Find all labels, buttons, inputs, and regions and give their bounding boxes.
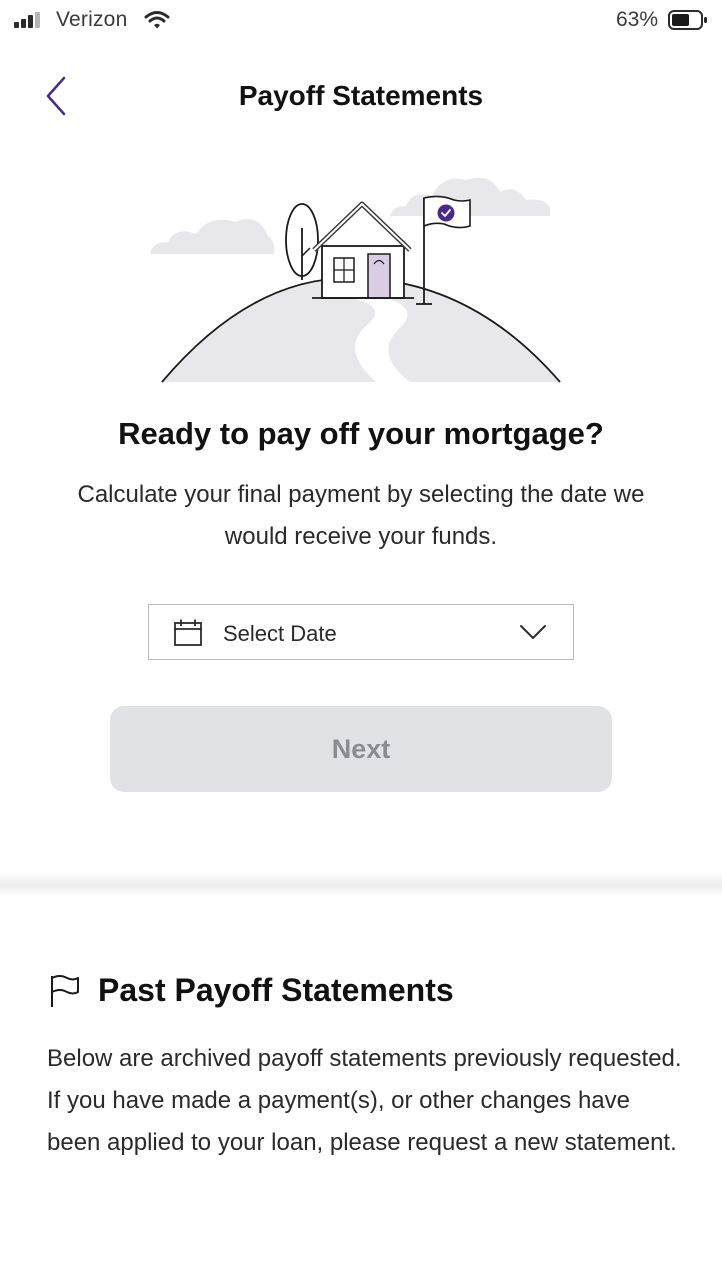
flag-icon bbox=[51, 975, 79, 1007]
past-statements-description: Below are archived payoff statements pre… bbox=[47, 1045, 682, 1156]
select-date-label: Select Date bbox=[223, 621, 337, 646]
chevron-down-icon bbox=[520, 625, 546, 639]
page-title: Payoff Statements bbox=[238, 80, 484, 111]
carrier-name: Verizon bbox=[56, 8, 128, 31]
house-on-hill-illustration bbox=[150, 177, 561, 383]
status-bar: Verizon 63% bbox=[0, 0, 722, 42]
check-flag-icon bbox=[437, 204, 455, 222]
next-button[interactable]: Next bbox=[110, 706, 612, 792]
nav-header: Payoff Statements bbox=[0, 60, 722, 132]
battery-percent: 63% bbox=[615, 8, 658, 31]
signal-bars-icon bbox=[14, 12, 40, 28]
date-select-dropdown[interactable]: Select Date bbox=[148, 604, 574, 660]
headline: Ready to pay off your mortgage? bbox=[118, 416, 604, 451]
calendar-icon bbox=[174, 619, 202, 646]
wifi-icon bbox=[144, 11, 170, 29]
battery-icon bbox=[668, 10, 707, 30]
description-text: Calculate your final payment by selectin… bbox=[77, 481, 645, 550]
past-statements-title: Past Payoff Statements bbox=[98, 972, 454, 1008]
section-divider bbox=[0, 872, 722, 896]
